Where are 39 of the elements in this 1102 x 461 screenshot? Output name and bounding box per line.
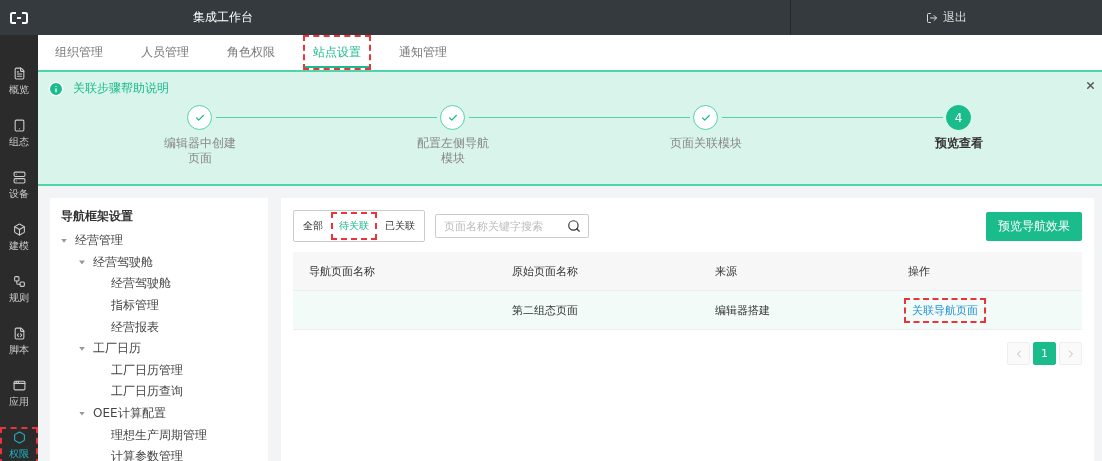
tree-item[interactable]: 经营驾驶舱: [111, 275, 171, 293]
tab[interactable]: 人员管理: [131, 35, 199, 70]
sidebar-item[interactable]: 概览: [0, 63, 38, 101]
sidebar-item[interactable]: 组态: [0, 115, 38, 153]
help-title: 关联步骤帮助说明: [73, 80, 169, 97]
logout-button[interactable]: 退出: [922, 7, 971, 28]
tab[interactable]: 角色权限: [217, 35, 285, 70]
tree-item[interactable]: 经营管理: [75, 232, 123, 250]
column-header: 原始页面名称: [511, 263, 579, 279]
column-header: 导航页面名称: [308, 263, 376, 279]
sidebar-item[interactable]: 权限: [0, 427, 38, 461]
tree-item[interactable]: 工厂日历查询: [111, 383, 183, 401]
step-label: 预览查看: [933, 136, 984, 151]
tree-item[interactable]: 经营驾驶舱: [93, 253, 153, 271]
sidebar-item[interactable]: 规则: [0, 271, 38, 309]
step-number: 4: [946, 105, 971, 130]
step-label: 页面关联模块: [668, 136, 743, 151]
app-title: 集成工作台: [193, 9, 253, 26]
tab[interactable]: 通知管理: [389, 35, 457, 70]
tab[interactable]: 组织管理: [45, 35, 113, 70]
table-cell-text: 第二组态页面: [511, 302, 579, 318]
tree-item[interactable]: 工厂日历: [93, 340, 141, 358]
panel-title: 导航框架设置: [61, 208, 134, 225]
step-label: 编辑器中创建页面: [162, 136, 237, 166]
sidebar-item[interactable]: 应用: [0, 375, 38, 413]
tree-item[interactable]: 工厂日历管理: [111, 361, 183, 379]
sidebar-item[interactable]: 建模: [0, 219, 38, 257]
tree-item[interactable]: 经营报表: [111, 318, 159, 336]
tree-item[interactable]: 理想生产周期管理: [111, 426, 207, 444]
column-header: 来源: [714, 263, 738, 279]
table-cell-text: 编辑器搭建: [714, 302, 771, 318]
sidebar-item[interactable]: 设备: [0, 167, 38, 205]
step-label: 配置左侧导航模块: [415, 136, 490, 166]
tree-item[interactable]: 指标管理: [111, 297, 159, 315]
link-nav-page-link[interactable]: 关联导航页面: [904, 297, 986, 323]
tree-item[interactable]: OEE计算配置: [93, 405, 166, 423]
sidebar-item[interactable]: 脚本: [0, 323, 38, 361]
search-field[interactable]: 页面名称关键字搜索: [435, 214, 589, 238]
column-header: 操作: [907, 263, 931, 279]
